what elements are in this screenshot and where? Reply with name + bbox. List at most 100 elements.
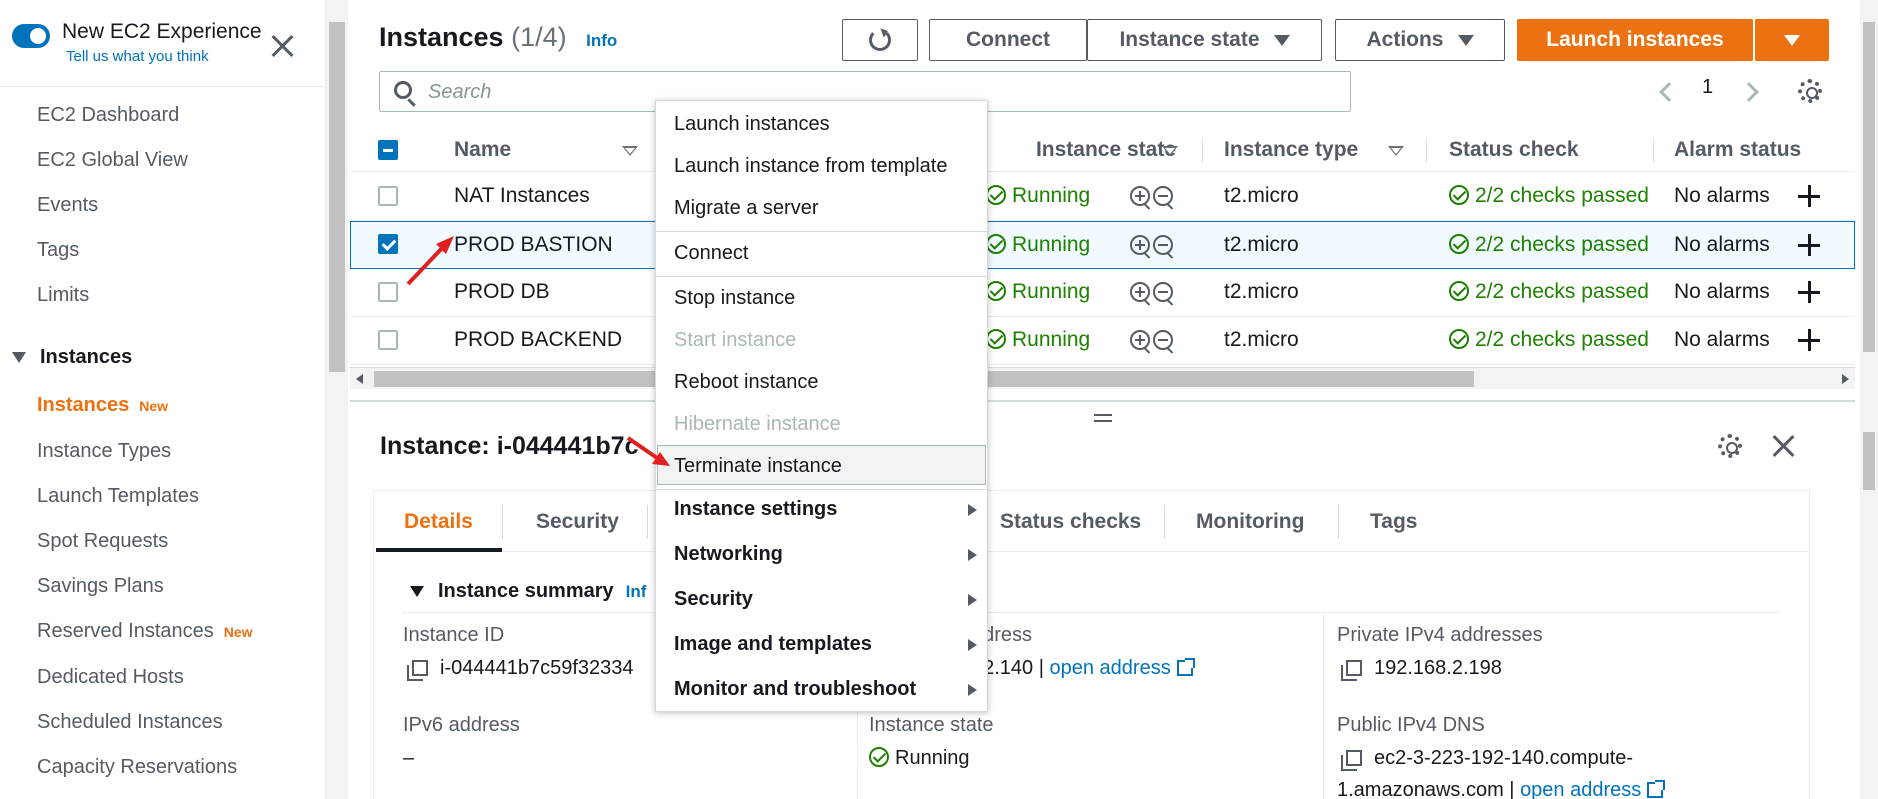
close-icon[interactable] (1771, 434, 1795, 458)
add-alarm-icon[interactable] (1798, 234, 1820, 256)
sidebar-item-events[interactable]: Events (37, 194, 98, 217)
instance-name[interactable]: PROD BACKEND (454, 328, 622, 352)
sidebar-item-reserved-instances[interactable]: Reserved Instances New (37, 620, 253, 643)
row-checkbox[interactable] (378, 282, 398, 302)
instance-name[interactable]: NAT Instances (454, 184, 590, 208)
status-check[interactable]: 2/2 checks passed (1449, 280, 1649, 304)
sidebar-item-savings-plans[interactable]: Savings Plans (37, 575, 164, 598)
connect-button[interactable]: Connect (929, 19, 1087, 61)
info-link[interactable]: Inf (626, 582, 647, 602)
zoom-in-icon[interactable] (1130, 235, 1150, 255)
column-header-alarm-status[interactable]: Alarm status (1674, 138, 1801, 162)
sidebar-item-scheduled-instances[interactable]: Scheduled Instances (37, 711, 223, 734)
new-experience-toggle[interactable] (12, 24, 50, 48)
table-row[interactable]: PROD BASTION Running t2.micro 2/2 checks… (350, 221, 1855, 269)
zoom-out-icon[interactable] (1153, 235, 1173, 255)
sidebar-item-capacity-reservations[interactable]: Capacity Reservations (37, 756, 237, 779)
sidebar-item-tags[interactable]: Tags (37, 239, 79, 262)
tab-details[interactable]: Details (404, 510, 473, 534)
sort-icon[interactable] (622, 146, 638, 156)
chevron-right-icon[interactable] (1739, 82, 1759, 102)
menu-item-security[interactable]: Security (674, 588, 753, 611)
instance-summary-header[interactable]: Instance summary Inf (410, 580, 646, 603)
sort-icon[interactable] (1388, 146, 1404, 156)
menu-item-monitor-troubleshoot[interactable]: Monitor and troubleshoot (674, 678, 916, 701)
row-checkbox[interactable] (378, 186, 398, 206)
scroll-left-icon[interactable] (356, 374, 363, 384)
detail-scrollbar-thumb[interactable] (1863, 432, 1875, 490)
page-scrollbar-thumb-top[interactable] (1863, 22, 1875, 352)
resize-handle-icon[interactable] (1094, 414, 1112, 422)
check-circle-icon (869, 747, 889, 767)
sidebar-item-ec2-global-view[interactable]: EC2 Global View (37, 149, 188, 172)
sort-icon[interactable] (1162, 146, 1178, 156)
tab-tags[interactable]: Tags (1370, 510, 1417, 534)
column-header-instance-type[interactable]: Instance type (1224, 138, 1358, 162)
table-row[interactable]: NAT Instances Running t2.micro 2/2 check… (350, 173, 1855, 221)
menu-item-reboot-instance[interactable]: Reboot instance (674, 371, 819, 394)
close-icon[interactable] (268, 32, 296, 60)
instance-name[interactable]: PROD DB (454, 280, 550, 304)
zoom-in-icon[interactable] (1130, 330, 1150, 350)
column-header-instance-state[interactable]: Instance state (986, 138, 1176, 162)
open-address-link[interactable]: open address (1520, 779, 1641, 799)
tab-status-checks[interactable]: Status checks (1000, 510, 1141, 534)
info-link[interactable]: Info (586, 31, 617, 50)
page-number[interactable]: 1 (1702, 76, 1713, 99)
add-alarm-icon[interactable] (1798, 185, 1820, 207)
table-row[interactable]: PROD DB Running t2.micro 2/2 checks pass… (350, 269, 1855, 317)
status-check[interactable]: 2/2 checks passed (1449, 233, 1649, 257)
instance-state-button[interactable]: Instance state (1087, 19, 1322, 61)
column-header-name[interactable]: Name (454, 138, 511, 162)
settings-gear-icon[interactable] (1798, 79, 1822, 103)
refresh-button[interactable] (842, 19, 918, 61)
sidebar-item-instances[interactable]: Instances New (37, 394, 168, 417)
table-row[interactable]: PROD BACKEND Running t2.micro 2/2 checks… (350, 317, 1855, 365)
select-all-checkbox[interactable] (378, 140, 398, 160)
scroll-right-icon[interactable] (1842, 374, 1849, 384)
row-checkbox[interactable] (378, 234, 398, 254)
menu-item-terminate-instance[interactable]: Terminate instance (674, 455, 842, 478)
sidebar-item-dedicated-hosts[interactable]: Dedicated Hosts (37, 666, 184, 689)
instance-name[interactable]: PROD BASTION (454, 233, 613, 257)
menu-item-connect[interactable]: Connect (674, 242, 749, 265)
row-checkbox[interactable] (378, 330, 398, 350)
zoom-out-icon[interactable] (1153, 282, 1173, 302)
sidebar-scrollbar-thumb[interactable] (329, 22, 345, 372)
menu-item-migrate-server[interactable]: Migrate a server (674, 197, 819, 220)
sidebar-group-instances[interactable]: Instances (12, 346, 132, 369)
copy-icon[interactable] (1341, 750, 1362, 771)
column-header-status-check[interactable]: Status check (1449, 138, 1579, 162)
sidebar-item-limits[interactable]: Limits (37, 284, 89, 307)
launch-instances-dropdown[interactable] (1755, 19, 1829, 61)
zoom-out-icon[interactable] (1153, 186, 1173, 206)
menu-item-stop-instance[interactable]: Stop instance (674, 287, 795, 310)
zoom-in-icon[interactable] (1130, 282, 1150, 302)
status-check[interactable]: 2/2 checks passed (1449, 184, 1649, 208)
status-check[interactable]: 2/2 checks passed (1449, 328, 1649, 352)
zoom-in-icon[interactable] (1130, 186, 1150, 206)
zoom-out-icon[interactable] (1153, 330, 1173, 350)
tab-security[interactable]: Security (536, 510, 619, 534)
add-alarm-icon[interactable] (1798, 329, 1820, 351)
copy-icon[interactable] (1341, 660, 1362, 681)
sidebar-item-ec2-dashboard[interactable]: EC2 Dashboard (37, 104, 179, 127)
detail-settings-gear-icon[interactable] (1718, 434, 1742, 458)
feedback-link[interactable]: Tell us what you think (66, 48, 262, 65)
sidebar-item-instance-types[interactable]: Instance Types (37, 440, 171, 463)
chevron-left-icon[interactable] (1659, 82, 1679, 102)
launch-instances-button[interactable]: Launch instances (1517, 19, 1753, 61)
actions-button[interactable]: Actions (1335, 19, 1505, 61)
table-horizontal-scrollbar[interactable] (350, 367, 1855, 389)
menu-item-launch-from-template[interactable]: Launch instance from template (674, 155, 948, 178)
open-address-link[interactable]: open address (1050, 657, 1171, 679)
sidebar-item-launch-templates[interactable]: Launch Templates (37, 485, 199, 508)
menu-item-instance-settings[interactable]: Instance settings (674, 498, 837, 521)
menu-item-launch-instances[interactable]: Launch instances (674, 113, 830, 136)
menu-item-image-templates[interactable]: Image and templates (674, 633, 872, 656)
add-alarm-icon[interactable] (1798, 281, 1820, 303)
copy-icon[interactable] (407, 660, 428, 681)
sidebar-item-spot-requests[interactable]: Spot Requests (37, 530, 168, 553)
tab-monitoring[interactable]: Monitoring (1196, 510, 1304, 534)
menu-item-networking[interactable]: Networking (674, 543, 783, 566)
